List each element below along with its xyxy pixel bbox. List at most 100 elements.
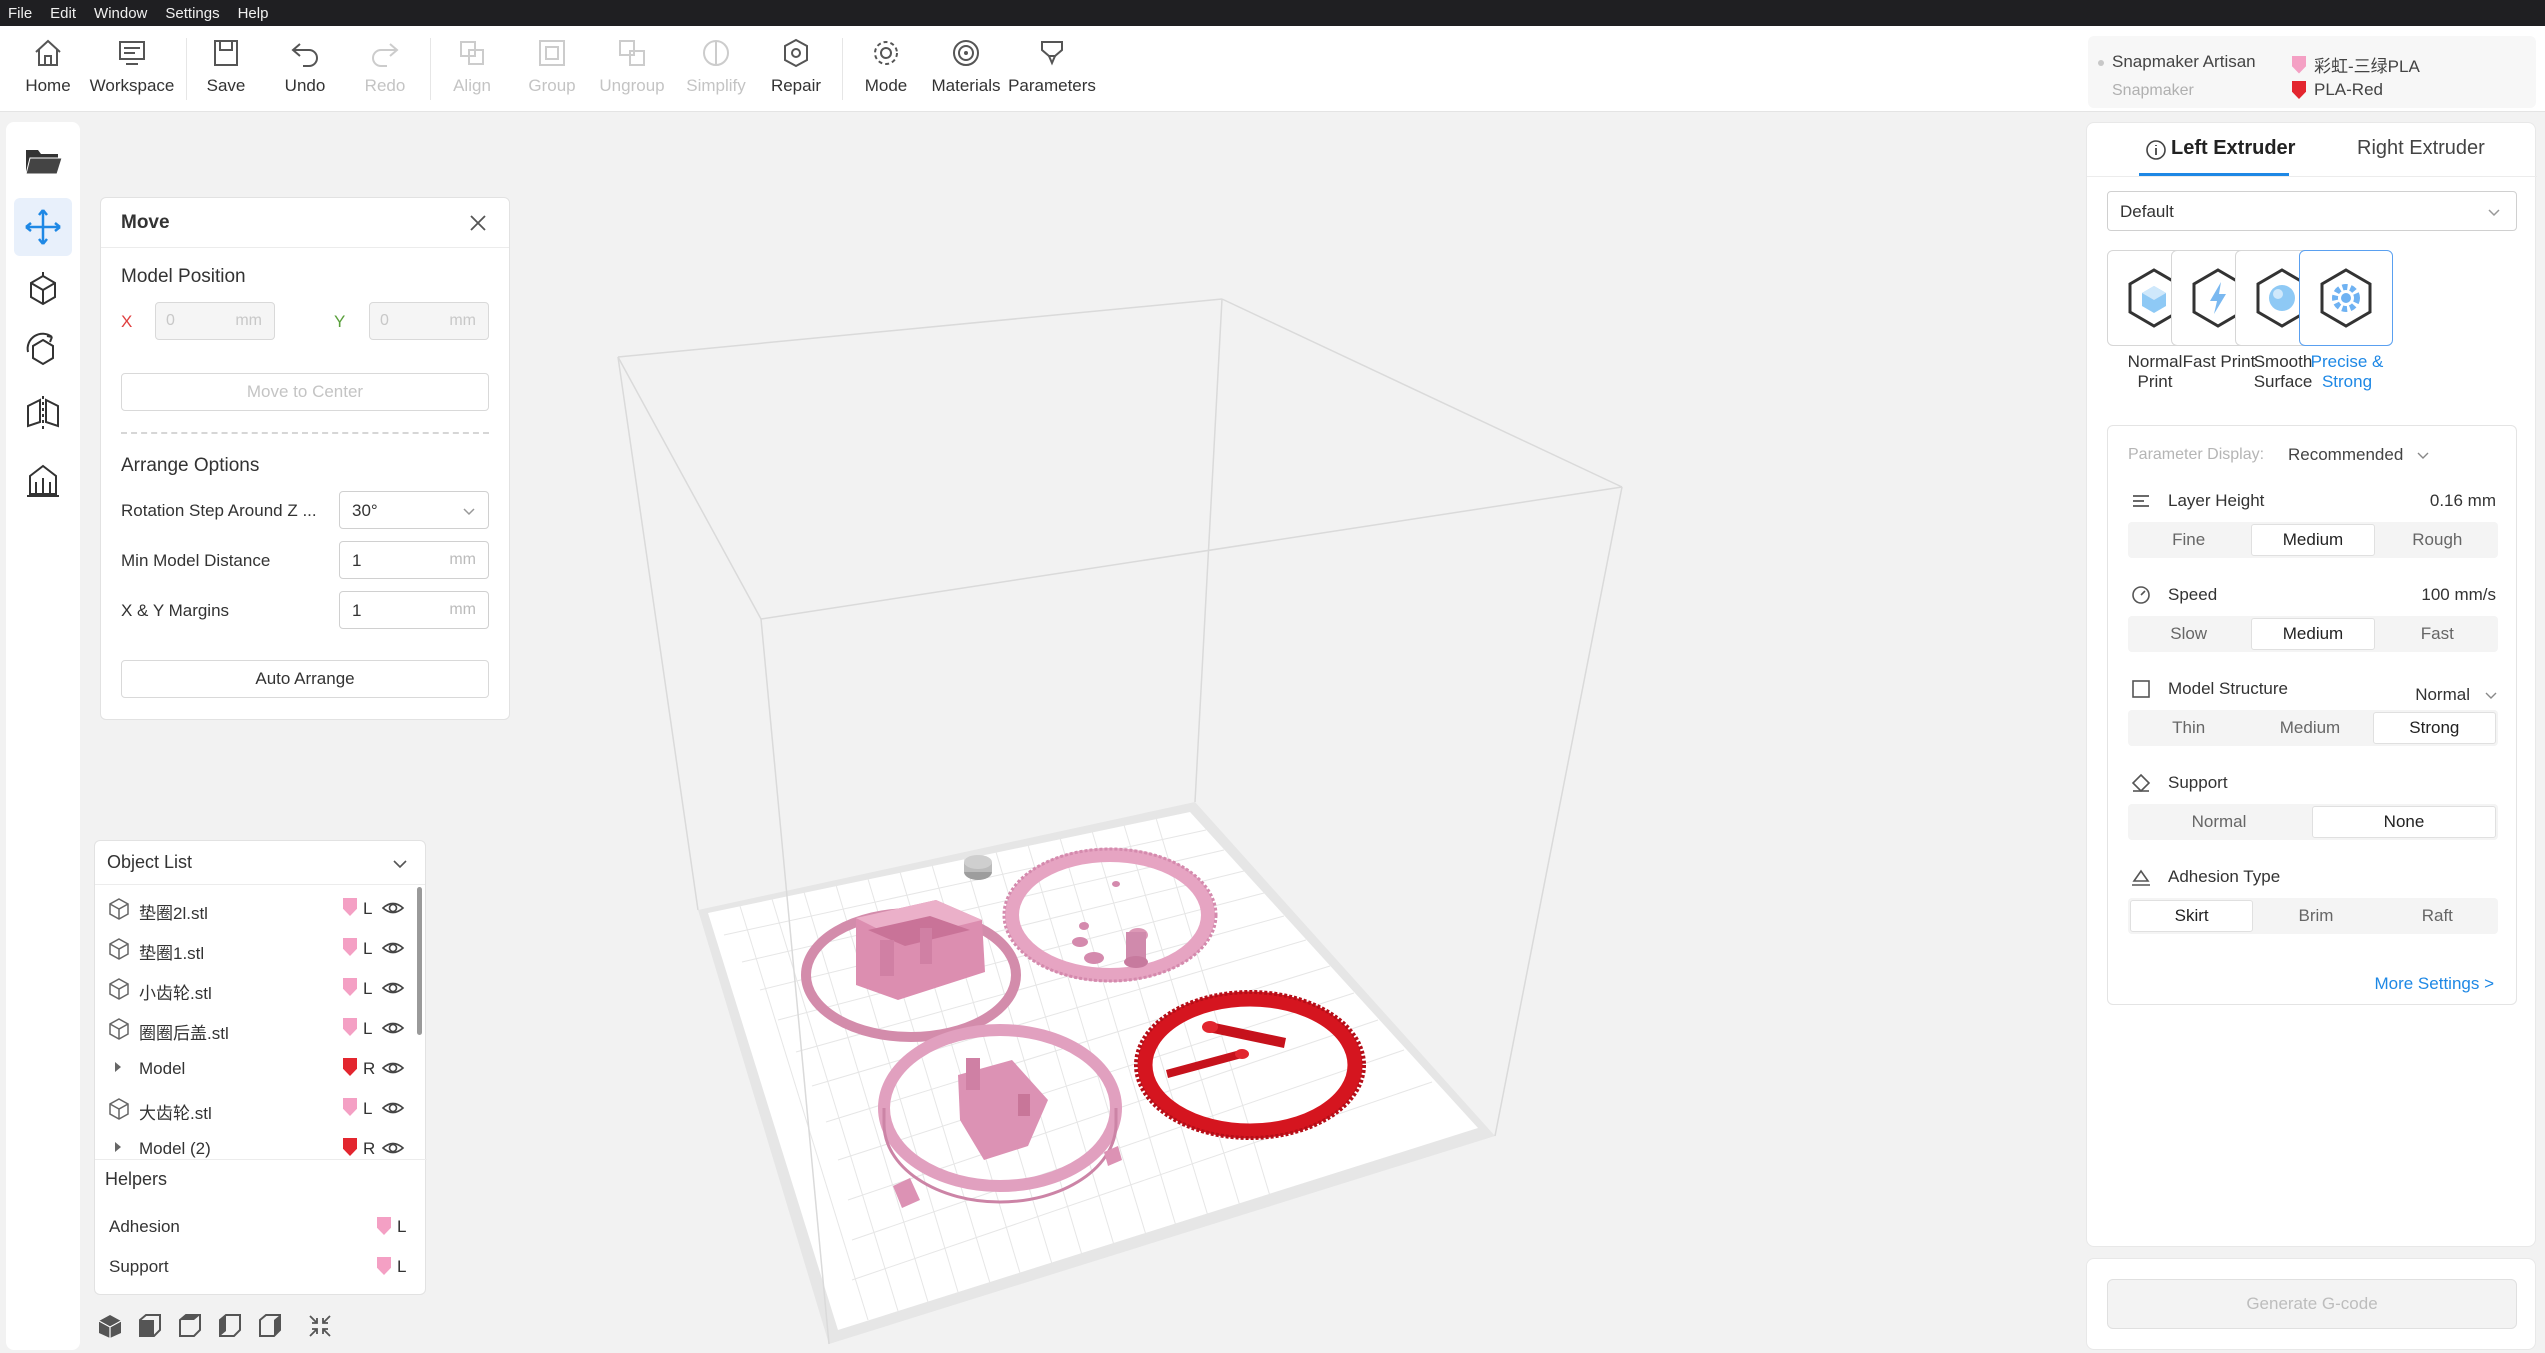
structure-medium[interactable]: Medium	[2249, 710, 2370, 746]
3d-viewport[interactable]	[420, 112, 2080, 1353]
eye-icon[interactable]	[381, 898, 405, 918]
move-tool-button[interactable]	[14, 198, 72, 256]
eye-icon[interactable]	[381, 1018, 405, 1038]
helper-row-adhesion[interactable]: Adhesion L	[95, 1207, 425, 1247]
eye-icon[interactable]	[381, 1098, 405, 1118]
object-row[interactable]: 垫圈2l.stl L	[95, 888, 413, 928]
adhesion-brim[interactable]: Brim	[2255, 898, 2376, 934]
extruder-side: R	[363, 1059, 376, 1078]
machine-material-selector[interactable]: Snapmaker Artisan Snapmaker 彩虹-三绿PLA PLA…	[2088, 36, 2536, 108]
object-row[interactable]: 大齿轮.stl L	[95, 1088, 413, 1128]
repair-button[interactable]: Repair	[756, 36, 836, 110]
object-list-header[interactable]: Object List	[95, 841, 425, 885]
model-position-title: Model Position	[121, 266, 246, 287]
more-settings-link[interactable]: More Settings >	[2374, 974, 2494, 994]
object-row[interactable]: 小齿轮.stl L	[95, 968, 413, 1008]
left-view-icon[interactable]	[216, 1312, 244, 1340]
object-list-scrollbar[interactable]	[417, 887, 422, 1035]
eye-icon[interactable]	[381, 1138, 405, 1158]
model-structure-checkbox[interactable]	[2130, 678, 2152, 700]
menu-edit[interactable]: Edit	[50, 5, 76, 22]
preset-precise-strong[interactable]: Precise & Strong	[2299, 250, 2395, 392]
object-row[interactable]: 圈圈后盖.stl L	[95, 1008, 413, 1048]
mirror-tool-button[interactable]	[14, 384, 72, 442]
model-structure-value[interactable]: Normal	[2415, 685, 2470, 705]
top-view-icon[interactable]	[176, 1312, 204, 1340]
redo-button[interactable]: Redo	[345, 36, 425, 110]
layer-height-rough[interactable]: Rough	[2377, 522, 2498, 558]
adhesion-skirt[interactable]: Skirt	[2130, 900, 2254, 932]
extruder-color-icon[interactable]	[343, 1098, 357, 1116]
simplify-button[interactable]: Simplify	[676, 36, 756, 110]
extruder-color-icon[interactable]	[343, 898, 357, 916]
align-button[interactable]: Align	[432, 36, 512, 110]
support-tool-button[interactable]	[14, 452, 72, 510]
menu-settings[interactable]: Settings	[165, 5, 219, 22]
isometric-view-icon[interactable]	[96, 1312, 124, 1340]
menu-help[interactable]: Help	[238, 5, 269, 22]
object-row[interactable]: 垫圈1.stl L	[95, 928, 413, 968]
layer-height-fine[interactable]: Fine	[2128, 522, 2249, 558]
parameter-display-value[interactable]: Recommended	[2288, 445, 2403, 465]
info-icon	[2146, 140, 2166, 160]
object-group-row[interactable]: Model (2) R	[95, 1128, 413, 1168]
right-material[interactable]: PLA-Red	[2292, 80, 2383, 100]
extruder-color-icon[interactable]	[343, 1018, 357, 1036]
eye-icon[interactable]	[381, 938, 405, 958]
fit-view-icon[interactable]	[306, 1312, 334, 1340]
open-file-button[interactable]	[14, 132, 72, 190]
object-group-row[interactable]: Model R	[95, 1048, 413, 1088]
menu-window[interactable]: Window	[94, 5, 147, 22]
speed-title: Speed	[2168, 585, 2218, 604]
extruder-color-icon[interactable]	[343, 1058, 357, 1076]
profile-select[interactable]: Default	[2107, 191, 2517, 231]
eye-icon[interactable]	[381, 1058, 405, 1078]
save-button[interactable]: Save	[186, 36, 266, 110]
model-washer-small[interactable]	[964, 855, 992, 880]
right-view-icon[interactable]	[256, 1312, 284, 1340]
speed-fast[interactable]: Fast	[2377, 616, 2498, 652]
adhesion-raft[interactable]: Raft	[2377, 898, 2498, 934]
mode-button[interactable]: Mode	[846, 36, 926, 110]
eye-icon[interactable]	[381, 978, 405, 998]
group-button[interactable]: Group	[512, 36, 592, 110]
undo-button[interactable]: Undo	[265, 36, 345, 110]
workspace-button[interactable]: Workspace	[90, 36, 174, 110]
structure-thin[interactable]: Thin	[2128, 710, 2249, 746]
support-normal[interactable]: Normal	[2128, 804, 2310, 840]
menu-file[interactable]: File	[8, 5, 32, 22]
machine-status-dot	[2098, 60, 2104, 66]
generate-gcode-button[interactable]: Generate G-code	[2107, 1279, 2517, 1329]
chevron-down-icon[interactable]	[2484, 688, 2498, 702]
helper-row-support[interactable]: Support L	[95, 1247, 425, 1287]
left-material[interactable]: 彩虹-三绿PLA	[2292, 52, 2420, 77]
extruder-color-icon[interactable]	[343, 938, 357, 956]
chevron-down-icon	[2488, 209, 2500, 217]
speed-slow[interactable]: Slow	[2128, 616, 2249, 652]
mirror-icon	[27, 396, 59, 430]
support-none[interactable]: None	[2312, 806, 2496, 838]
position-x-input[interactable]: 0 mm	[155, 302, 275, 340]
active-tab-indicator	[2139, 173, 2289, 176]
chevron-down-icon[interactable]	[2416, 448, 2430, 462]
tab-right-extruder[interactable]: Right Extruder	[2357, 137, 2485, 160]
materials-button[interactable]: Materials	[926, 36, 1006, 110]
caret-right-icon[interactable]	[113, 1061, 123, 1073]
scale-tool-button[interactable]	[14, 260, 72, 318]
extruder-color-icon[interactable]	[343, 978, 357, 996]
parameters-button[interactable]: Parameters	[1008, 36, 1096, 110]
front-view-icon[interactable]	[136, 1312, 164, 1340]
home-button[interactable]: Home	[8, 36, 88, 110]
rotate-tool-button[interactable]	[14, 322, 72, 380]
chevron-down-icon[interactable]	[391, 855, 409, 873]
model-tool-strip	[6, 122, 80, 1350]
tab-left-extruder[interactable]: Left Extruder	[2171, 137, 2295, 160]
extruder-color-icon[interactable]	[343, 1138, 357, 1156]
caret-right-icon[interactable]	[113, 1141, 123, 1153]
redo-icon	[372, 43, 399, 67]
structure-strong[interactable]: Strong	[2372, 712, 2496, 744]
ungroup-button[interactable]: Ungroup	[592, 36, 672, 110]
extruder-side: L	[363, 1019, 373, 1038]
speed-medium[interactable]: Medium	[2251, 618, 2375, 650]
layer-height-medium[interactable]: Medium	[2251, 524, 2375, 556]
